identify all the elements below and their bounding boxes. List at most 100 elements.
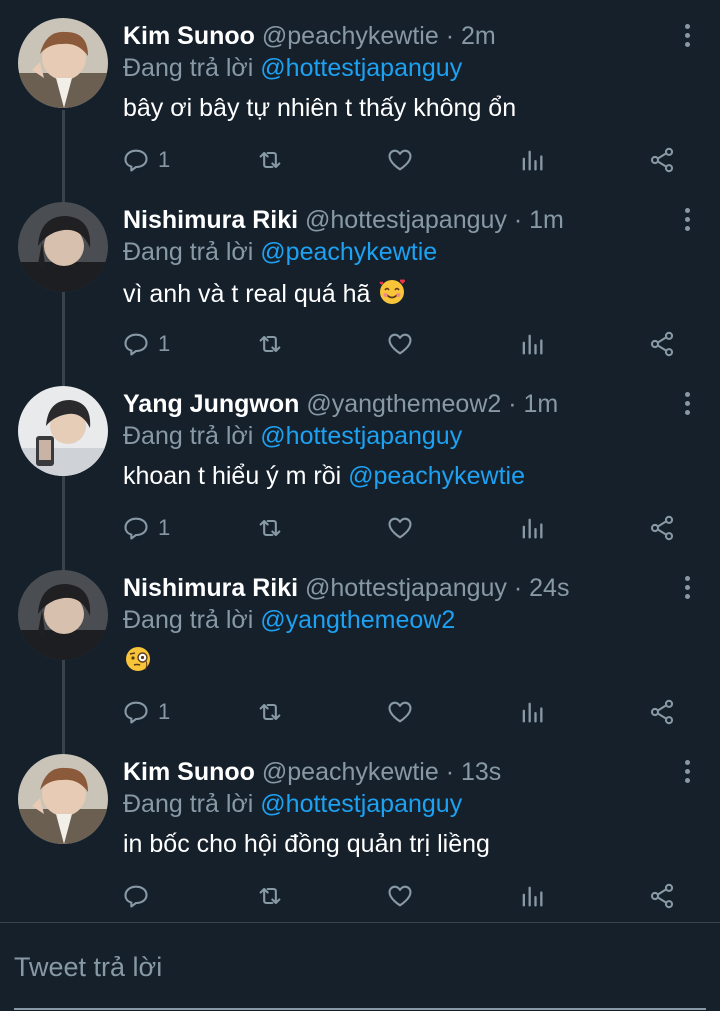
heart-icon (388, 885, 412, 907)
author-name[interactable]: Kim Sunoo (123, 22, 255, 50)
analytics-button[interactable] (518, 876, 546, 916)
tweet[interactable]: Nishimura Riki @hottestjapanguy · 24s Đa… (0, 552, 720, 736)
like-button[interactable] (386, 324, 414, 364)
reply-icon (124, 701, 148, 724)
tweet-actions: 1 (0, 140, 720, 180)
tweet-actions: 1 (0, 324, 720, 364)
author-name[interactable]: Kim Sunoo (123, 758, 255, 786)
like-button[interactable] (386, 140, 414, 180)
tweet[interactable]: Kim Sunoo @peachykewtie · 13s Đang trả l… (0, 736, 720, 920)
tweet-text-content: in bốc cho hội đồng quản trị liềng (123, 830, 490, 858)
analytics-icon (522, 886, 543, 907)
analytics-button[interactable] (518, 140, 546, 180)
avatar[interactable] (18, 202, 108, 292)
retweet-button[interactable] (256, 140, 284, 180)
replying-to: Đang trả lời @hottestjapanguy (123, 788, 462, 820)
retweet-button[interactable] (256, 508, 284, 548)
face-with-monocle-icon (123, 644, 153, 674)
avatar[interactable] (18, 18, 108, 108)
retweet-button[interactable] (256, 324, 284, 364)
replying-to: Đang trả lời @yangthemeow2 (123, 604, 455, 636)
tweet[interactable]: Yang Jungwon @yangthemeow2 · 1m Đang trả… (0, 368, 720, 552)
reply-count: 1 (158, 331, 171, 356)
share-button[interactable] (648, 140, 676, 180)
share-icon (650, 331, 674, 357)
reply-icon (124, 517, 148, 540)
tweet-header: Kim Sunoo @peachykewtie · 2m (123, 20, 496, 52)
retweet-button[interactable] (256, 692, 284, 732)
replying-to-label: Đang trả lời (123, 238, 254, 266)
replying-to: Đang trả lời @peachykewtie (123, 236, 437, 268)
share-button[interactable] (648, 876, 676, 916)
tweet-thread: Kim Sunoo @peachykewtie · 2m Đang trả lờ… (0, 0, 720, 1011)
reply-compose-placeholder: Tweet trả lời (14, 952, 163, 982)
share-button[interactable] (648, 692, 676, 732)
replying-to-mention[interactable]: @peachykewtie (260, 238, 437, 266)
more-options-icon[interactable] (682, 208, 692, 234)
retweet-icon (259, 887, 281, 905)
heart-icon (388, 149, 412, 171)
tweet-header: Kim Sunoo @peachykewtie · 13s (123, 756, 501, 788)
replying-to-mention[interactable]: @hottestjapanguy (260, 422, 462, 450)
separator-dot: · (508, 390, 517, 418)
analytics-button[interactable] (518, 692, 546, 732)
separator-dot: · (445, 22, 455, 50)
share-icon (650, 147, 674, 173)
tweet[interactable]: Nishimura Riki @hottestjapanguy · 1m Đan… (0, 184, 720, 368)
timestamp[interactable]: 13s (461, 758, 501, 786)
input-underline (14, 1008, 706, 1010)
separator-dot: · (513, 206, 523, 234)
reply-count: 1 (158, 147, 171, 172)
reply-count: 1 (158, 699, 171, 724)
retweet-button[interactable] (256, 876, 284, 916)
timestamp[interactable]: 1m (529, 206, 564, 234)
like-button[interactable] (386, 692, 414, 732)
tweet-text: in bốc cho hội đồng quản trị liềng (123, 828, 490, 860)
author-name[interactable]: Nishimura Riki (123, 574, 298, 602)
reply-button[interactable]: 1 (122, 140, 170, 180)
reply-button[interactable] (122, 876, 158, 916)
reply-button[interactable]: 1 (122, 508, 170, 548)
tweet-mention[interactable]: @peachykewtie (348, 462, 525, 490)
timestamp[interactable]: 2m (461, 22, 496, 50)
tweet-header: Nishimura Riki @hottestjapanguy · 1m (123, 204, 564, 236)
like-button[interactable] (386, 508, 414, 548)
retweet-icon (259, 335, 281, 353)
more-options-icon[interactable] (682, 392, 692, 418)
more-options-icon[interactable] (682, 760, 692, 786)
replying-to-mention[interactable]: @hottestjapanguy (260, 54, 462, 82)
retweet-icon (259, 151, 281, 169)
analytics-button[interactable] (518, 508, 546, 548)
author-name[interactable]: Nishimura Riki (123, 206, 298, 234)
share-button[interactable] (648, 508, 676, 548)
share-button[interactable] (648, 324, 676, 364)
heart-icon (388, 701, 412, 723)
author-handle[interactable]: @peachykewtie (262, 22, 439, 50)
replying-to-mention[interactable]: @yangthemeow2 (260, 606, 455, 634)
more-options-icon[interactable] (682, 24, 692, 50)
reply-button[interactable]: 1 (122, 692, 170, 732)
reply-compose-input[interactable]: Tweet trả lời (14, 944, 704, 990)
author-handle[interactable]: @hottestjapanguy (305, 206, 507, 234)
tweet-header: Nishimura Riki @hottestjapanguy · 24s (123, 572, 569, 604)
share-icon (650, 515, 674, 541)
retweet-icon (259, 519, 281, 537)
timestamp[interactable]: 24s (529, 574, 569, 602)
timestamp[interactable]: 1m (524, 390, 559, 418)
analytics-button[interactable] (518, 324, 546, 364)
author-handle[interactable]: @peachykewtie (262, 758, 439, 786)
author-handle[interactable]: @hottestjapanguy (305, 574, 507, 602)
more-options-icon[interactable] (682, 576, 692, 602)
reply-button[interactable]: 1 (122, 324, 170, 364)
tweet-text-content: khoan t hiểu ý m rồi (123, 462, 342, 490)
avatar[interactable] (18, 754, 108, 844)
author-handle[interactable]: @yangthemeow2 (306, 390, 501, 418)
avatar[interactable] (18, 386, 108, 476)
replying-to-mention[interactable]: @hottestjapanguy (260, 790, 462, 818)
like-button[interactable] (386, 876, 414, 916)
reply-icon (124, 333, 148, 356)
tweet[interactable]: Kim Sunoo @peachykewtie · 2m Đang trả lờ… (0, 0, 720, 184)
avatar[interactable] (18, 570, 108, 660)
tweet-actions (0, 876, 720, 916)
author-name[interactable]: Yang Jungwon (123, 390, 299, 418)
